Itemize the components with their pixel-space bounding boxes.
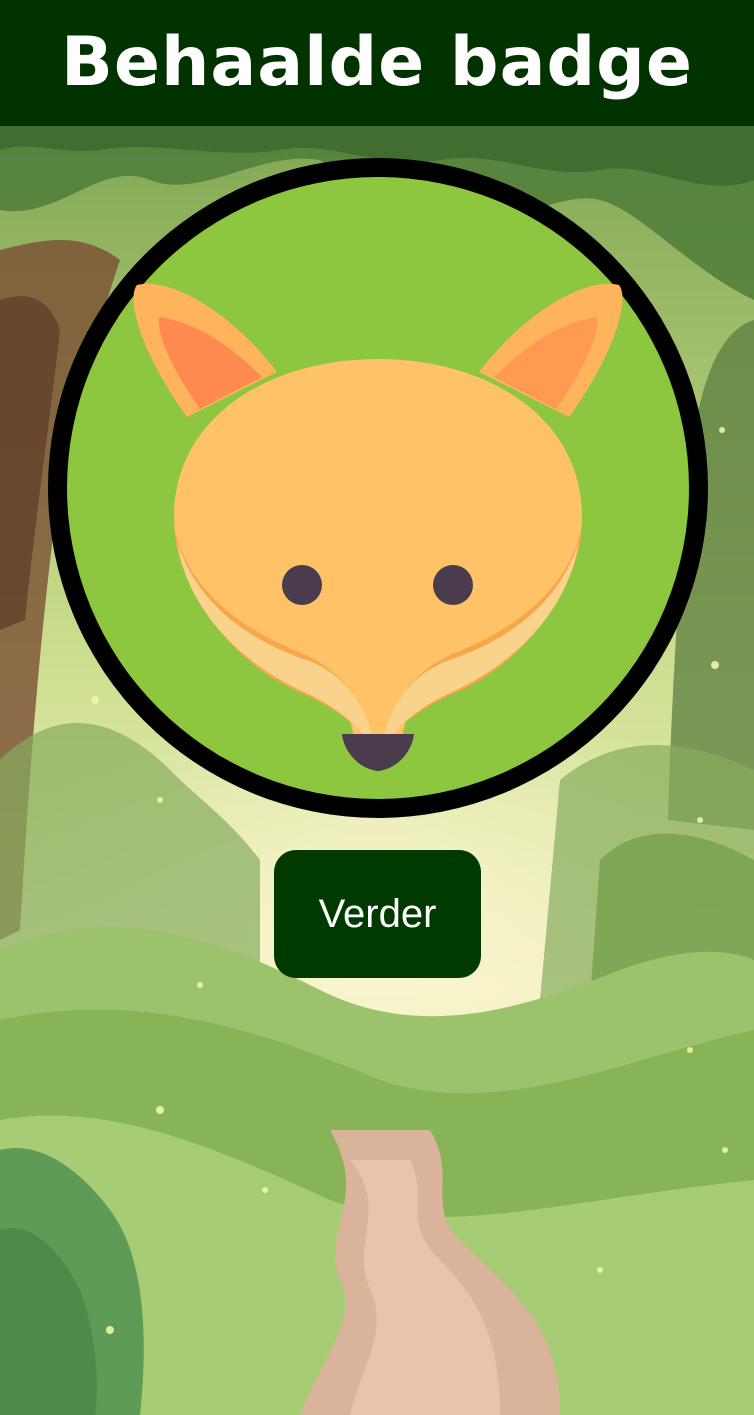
page-title: Behaalde badge xyxy=(61,23,693,102)
app-header: Behaalde badge xyxy=(0,0,754,126)
badge xyxy=(48,158,708,818)
continue-button[interactable]: Verder xyxy=(274,850,481,978)
